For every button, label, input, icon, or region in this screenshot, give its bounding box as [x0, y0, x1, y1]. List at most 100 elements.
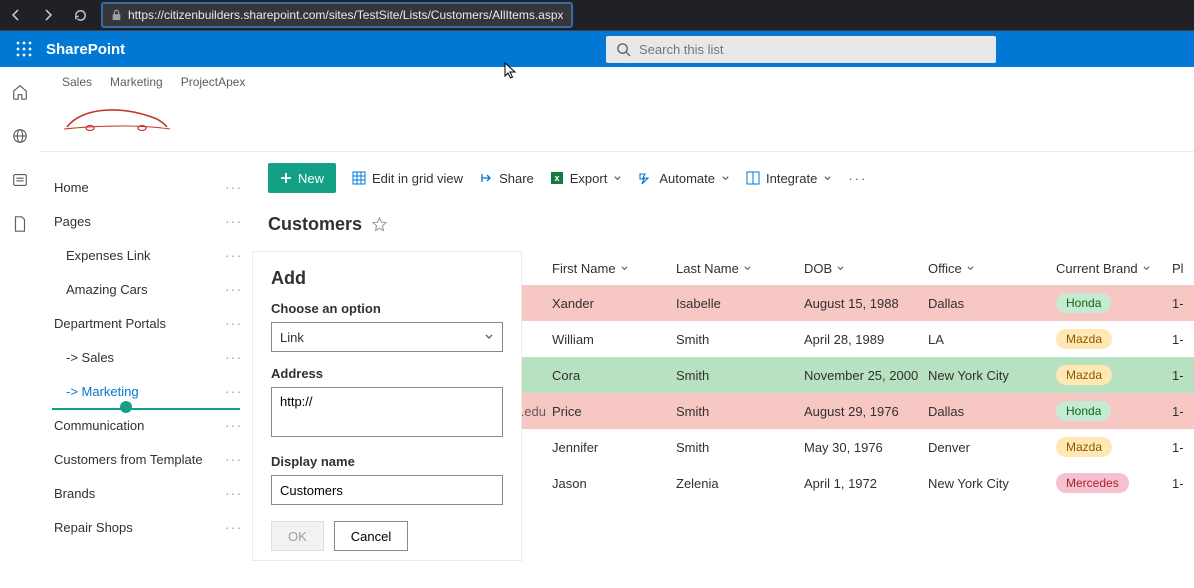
integrate-icon [746, 171, 760, 185]
cell-trailing: 1- [1172, 404, 1194, 419]
left-nav-item[interactable]: Customers from Template ··· [40, 442, 252, 476]
news-icon[interactable] [11, 171, 29, 189]
left-nav-item[interactable]: Amazing Cars··· [40, 272, 252, 306]
item-menu-icon[interactable]: ··· [225, 315, 242, 331]
chevron-down-icon[interactable] [743, 264, 752, 273]
cell-trailing: 1- [1172, 368, 1194, 383]
automate-button[interactable]: Automate [638, 171, 730, 186]
more-commands[interactable]: ··· [848, 171, 867, 186]
lock-icon [111, 9, 122, 21]
col-first-name[interactable]: First Name [552, 261, 616, 276]
left-nav-label: Repair Shops [54, 520, 133, 535]
left-nav-item[interactable]: Expenses Link ··· [40, 238, 252, 272]
left-nav-label: -> Marketing [66, 384, 139, 399]
chevron-down-icon [484, 332, 494, 342]
new-label: New [298, 171, 324, 186]
chevron-down-icon[interactable] [1142, 264, 1151, 273]
address-bar[interactable] [102, 3, 572, 27]
left-nav-label: -> Sales [66, 350, 114, 365]
svg-text:x: x [554, 173, 559, 183]
left-nav-item[interactable]: -> Marketing ··· [40, 374, 252, 408]
cell-office: Denver [928, 440, 1056, 455]
address-input[interactable] [271, 387, 503, 437]
cell-office: Dallas [928, 296, 1056, 311]
item-menu-icon[interactable]: ··· [225, 179, 242, 195]
option-select[interactable]: Link [271, 322, 503, 352]
main-area: New Edit in grid view Share x Export [252, 152, 1194, 588]
list-title: Customers [268, 214, 362, 235]
site-nav-item[interactable]: Sales [62, 75, 92, 89]
site-logo[interactable] [62, 93, 172, 145]
cell-trailing: 1- [1172, 296, 1194, 311]
site-nav-item[interactable]: ProjectApex [181, 75, 246, 89]
cell-last-name: Smith [676, 332, 804, 347]
col-trailing[interactable]: Pl [1172, 261, 1184, 276]
chevron-down-icon[interactable] [836, 264, 845, 273]
edit-grid-button[interactable]: Edit in grid view [352, 171, 463, 186]
command-bar: New Edit in grid view Share x Export [252, 160, 1194, 196]
reload-button[interactable] [70, 5, 90, 25]
item-menu-icon[interactable]: ··· [225, 247, 242, 263]
cell-last-name: Isabelle [676, 296, 804, 311]
chevron-down-icon[interactable] [966, 264, 975, 273]
cancel-button[interactable]: Cancel [334, 521, 408, 551]
col-dob[interactable]: DOB [804, 261, 832, 276]
left-nav-item[interactable]: Communication··· [40, 408, 252, 442]
item-menu-icon[interactable]: ··· [225, 281, 242, 297]
item-menu-icon[interactable]: ··· [225, 417, 242, 433]
left-nav-item[interactable]: Repair Shops ··· [40, 510, 252, 544]
cell-brand: Mazda [1056, 329, 1172, 349]
panel-title: Add [271, 268, 503, 289]
plus-icon [280, 172, 292, 184]
browser-toolbar [0, 0, 1194, 31]
search-input[interactable] [639, 42, 986, 57]
globe-icon[interactable] [11, 127, 29, 145]
share-button[interactable]: Share [479, 171, 534, 186]
left-nav-item[interactable]: -> Sales ··· [40, 340, 252, 374]
brand-label[interactable]: SharePoint [46, 41, 125, 58]
chevron-down-icon[interactable] [620, 264, 629, 273]
cell-trailing: 1- [1172, 440, 1194, 455]
left-nav-item[interactable]: Home··· [40, 170, 252, 204]
add-link-panel: Add Choose an option Link Address Displa… [252, 251, 522, 561]
cell-first-name: William [552, 332, 676, 347]
grid-icon [352, 171, 366, 185]
brand-pill: Mercedes [1056, 473, 1129, 493]
brand-pill: Mazda [1056, 437, 1112, 457]
cell-trailing: 1- [1172, 332, 1194, 347]
list-title-area: Customers [252, 196, 1194, 235]
left-nav-label: Pages [54, 214, 91, 229]
item-menu-icon[interactable]: ··· [225, 213, 242, 229]
col-office[interactable]: Office [928, 261, 962, 276]
search-box[interactable] [606, 36, 996, 63]
integrate-button[interactable]: Integrate [746, 171, 832, 186]
cell-office: LA [928, 332, 1056, 347]
left-nav-item[interactable]: Pages ··· [40, 204, 252, 238]
back-button[interactable] [6, 5, 26, 25]
left-nav-item[interactable]: Department Portals··· [40, 306, 252, 340]
brand-pill: Mazda [1056, 365, 1112, 385]
col-brand[interactable]: Current Brand [1056, 261, 1138, 276]
display-name-input[interactable] [271, 475, 503, 505]
forward-button[interactable] [38, 5, 58, 25]
item-menu-icon[interactable]: ··· [225, 349, 242, 365]
item-menu-icon[interactable]: ··· [225, 485, 242, 501]
home-icon[interactable] [11, 83, 29, 101]
car-logo-icon [62, 101, 172, 137]
left-nav-label: Expenses Link [66, 248, 151, 263]
cell-dob: April 1, 1972 [804, 476, 928, 491]
item-menu-icon[interactable]: ··· [225, 519, 242, 535]
new-button[interactable]: New [268, 163, 336, 193]
col-last-name[interactable]: Last Name [676, 261, 739, 276]
files-icon[interactable] [12, 215, 28, 233]
export-button[interactable]: x Export [550, 171, 623, 186]
item-menu-icon[interactable]: ··· [225, 383, 242, 399]
url-input[interactable] [128, 8, 563, 22]
item-menu-icon[interactable]: ··· [225, 451, 242, 467]
site-nav-item[interactable]: Marketing [110, 75, 163, 89]
app-launcher[interactable] [8, 33, 40, 65]
left-nav-label: Customers from Template [54, 452, 203, 467]
favorite-button[interactable] [372, 217, 387, 232]
cell-last-name: Zelenia [676, 476, 804, 491]
left-nav-item[interactable]: Brands··· [40, 476, 252, 510]
